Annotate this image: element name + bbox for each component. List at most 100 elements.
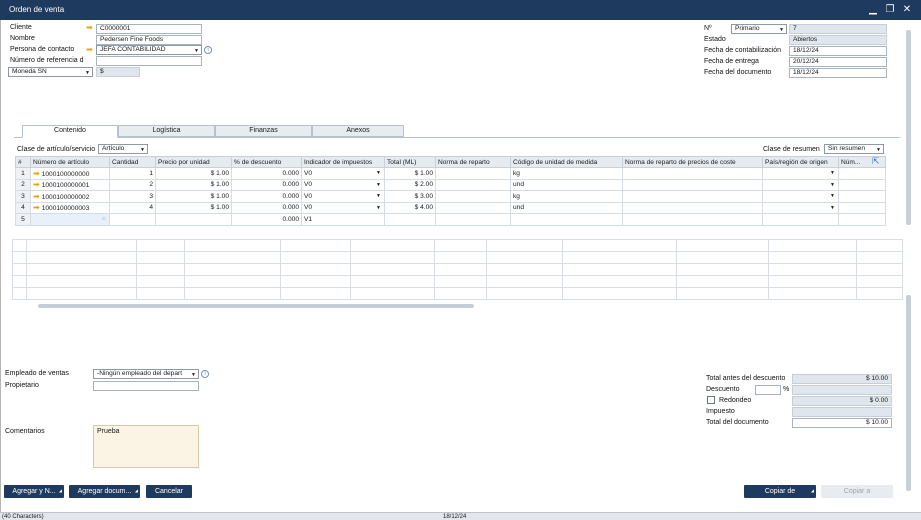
distribution-rule-cell[interactable]	[435, 190, 511, 203]
column-header[interactable]: Norma de reparto de precios de coste	[622, 156, 763, 168]
distribution-rule-cell[interactable]	[435, 178, 511, 191]
agregar-documento-button[interactable]: Agregar docum...	[69, 484, 140, 498]
table-row[interactable]: 1 ➡ 1000100000000 1 $ 1.00 0.000 V0 ▼ $ 1.…	[15, 167, 886, 180]
horizontal-scrollbar[interactable]	[38, 304, 474, 308]
contacto-link-arrow-icon[interactable]: ➡	[86, 46, 93, 54]
dropdown-arrow-icon[interactable]: ▼	[830, 170, 835, 176]
discount-cell[interactable]: 0.000	[231, 213, 302, 226]
item-number-cell[interactable]: ➡ 1000100000003	[30, 201, 110, 214]
uom-cell[interactable]: kg	[510, 167, 623, 180]
cost-rule-cell[interactable]	[622, 213, 763, 226]
copiar-de-button[interactable]: Copiar de	[744, 484, 816, 498]
serie-dropdown[interactable]: Primario	[731, 24, 787, 34]
item-link-arrow-icon[interactable]: ➡	[33, 180, 40, 189]
column-header[interactable]: Indicador de impuestos	[301, 156, 385, 168]
table-row[interactable]: 2 ➡ 1000100000001 2 $ 1.00 0.000 V0 ▼ $ 2.…	[15, 178, 886, 191]
quantity-cell[interactable]	[109, 213, 156, 226]
uom-cell[interactable]	[510, 213, 623, 226]
unit-price-cell[interactable]: $ 1.00	[155, 167, 232, 180]
column-header[interactable]: Código de unidad de medida	[510, 156, 623, 168]
item-number-cell[interactable]: ➡ 1000100000000	[30, 167, 110, 180]
unit-price-cell[interactable]: $ 1.00	[155, 178, 232, 191]
comentarios-textarea[interactable]: Prueba	[93, 425, 199, 468]
extra-cell[interactable]	[838, 167, 886, 180]
clase-articulo-dropdown[interactable]: Artículo	[98, 144, 148, 154]
total-cell[interactable]	[384, 213, 436, 226]
dropdown-arrow-icon[interactable]: ▼	[830, 205, 835, 211]
column-header[interactable]: Precio por unidad	[155, 156, 232, 168]
cancelar-button[interactable]: Cancelar	[146, 485, 192, 498]
origin-country-cell[interactable]: ▼	[762, 167, 839, 180]
discount-cell[interactable]: 0.000	[231, 167, 302, 180]
referencia-field[interactable]	[96, 56, 202, 66]
extra-cell[interactable]	[838, 178, 886, 191]
uom-cell[interactable]: und	[510, 201, 623, 214]
column-header[interactable]: % de descuento	[231, 156, 302, 168]
dropdown-arrow-icon[interactable]: ▼	[376, 205, 381, 211]
quantity-cell[interactable]: 1	[109, 167, 156, 180]
item-link-arrow-icon[interactable]: ➡	[33, 169, 40, 178]
item-number-cell[interactable]: ➡ 1000100000001	[30, 178, 110, 191]
item-link-arrow-icon[interactable]: ➡	[33, 203, 40, 212]
empleado-dropdown[interactable]: -Ningún empleado del depart	[93, 369, 199, 379]
item-number-cell[interactable]: ➡ 1000100000002	[30, 190, 110, 203]
uom-cell[interactable]: kg	[510, 190, 623, 203]
column-header[interactable]: Cantidad	[109, 156, 156, 168]
quantity-cell[interactable]: 2	[109, 178, 156, 191]
quantity-cell[interactable]: 3	[109, 190, 156, 203]
dropdown-arrow-icon[interactable]: ▼	[830, 182, 835, 188]
table-row[interactable]: 3 ➡ 1000100000002 3 $ 1.00 0.000 V0 ▼ $ 3.…	[15, 190, 886, 203]
total-cell[interactable]: $ 3.00	[384, 190, 436, 203]
total-cell[interactable]: $ 4.00	[384, 201, 436, 214]
dropdown-arrow-icon[interactable]: ▼	[376, 193, 381, 199]
dropdown-arrow-icon[interactable]: ▼	[376, 182, 381, 188]
extra-cell[interactable]	[838, 190, 886, 203]
dropdown-arrow-icon[interactable]: ▼	[830, 193, 835, 199]
column-header[interactable]: Norma de reparto	[435, 156, 511, 168]
total-cell[interactable]: $ 1.00	[384, 167, 436, 180]
column-header[interactable]: Total (ML)	[384, 156, 436, 168]
empleado-info-icon[interactable]: i	[201, 370, 209, 378]
cost-rule-cell[interactable]	[622, 167, 763, 180]
tax-code-cell[interactable]: V0 ▼	[301, 178, 385, 191]
row-number[interactable]: 5	[15, 213, 31, 226]
tab-finanzas[interactable]: Finanzas	[215, 125, 312, 137]
minimize-icon[interactable]: ▁	[866, 3, 880, 17]
item-link-arrow-icon[interactable]: ➡	[33, 192, 40, 201]
clase-resumen-dropdown[interactable]: Sin resumen	[824, 144, 884, 154]
tab-anexos[interactable]: Anexos	[312, 125, 404, 137]
table-row-new[interactable]: 5 ⊙ 0.000 V1	[15, 213, 886, 226]
tab-logistica[interactable]: Logística	[118, 125, 215, 137]
row-number[interactable]: 3	[15, 190, 31, 203]
distribution-rule-cell[interactable]	[435, 201, 511, 214]
origin-country-cell[interactable]	[762, 213, 839, 226]
origin-country-cell[interactable]: ▼	[762, 178, 839, 191]
unit-price-cell[interactable]: $ 1.00	[155, 201, 232, 214]
moneda-dropdown[interactable]: Moneda SN	[8, 67, 93, 77]
row-number[interactable]: 1	[15, 167, 31, 180]
redondeo-checkbox[interactable]	[707, 396, 715, 404]
column-header[interactable]: País/región de origen	[762, 156, 839, 168]
total-cell[interactable]: $ 2.00	[384, 178, 436, 191]
cost-rule-cell[interactable]	[622, 201, 763, 214]
restore-icon[interactable]: ❐	[883, 3, 897, 17]
tax-code-cell[interactable]: V0 ▼	[301, 167, 385, 180]
row-number[interactable]: 2	[15, 178, 31, 191]
unit-price-cell[interactable]	[155, 213, 232, 226]
vertical-scrollbar-bottom[interactable]	[906, 295, 911, 491]
cliente-field[interactable]: C0000001	[96, 24, 202, 34]
item-number-cell[interactable]: ⊙	[30, 213, 110, 226]
origin-country-cell[interactable]: ▼	[762, 201, 839, 214]
cost-rule-cell[interactable]	[622, 178, 763, 191]
tax-code-cell[interactable]: V0 ▼	[301, 201, 385, 214]
close-icon[interactable]: ✕	[900, 3, 914, 17]
fecha-documento-field[interactable]: 18/12/24	[789, 68, 887, 78]
cliente-link-arrow-icon[interactable]: ➡	[86, 24, 93, 32]
cost-rule-cell[interactable]	[622, 190, 763, 203]
search-icon[interactable]: ⊙	[102, 216, 106, 222]
fecha-contabilizacion-field[interactable]: 18/12/24	[789, 46, 887, 56]
propietario-field[interactable]	[93, 381, 199, 391]
distribution-rule-cell[interactable]	[435, 213, 511, 226]
nombre-field[interactable]: Pedersen Fine Foods	[96, 35, 202, 45]
discount-cell[interactable]: 0.000	[231, 201, 302, 214]
